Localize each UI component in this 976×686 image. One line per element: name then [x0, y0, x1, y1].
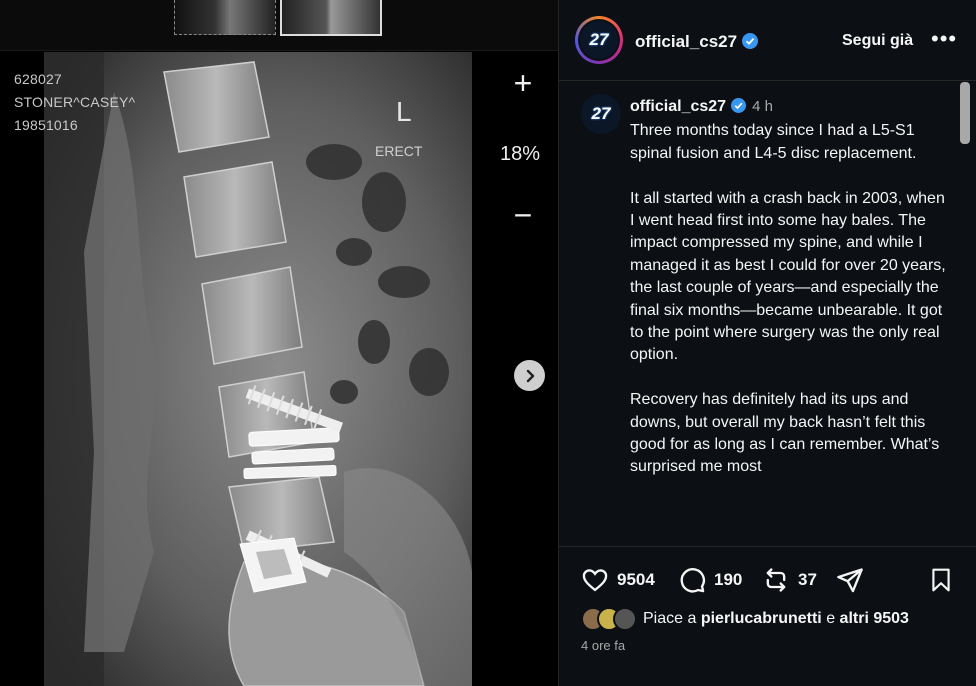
position-label: ERECT [375, 143, 423, 159]
avatar-logo: 27 [580, 21, 618, 59]
paper-plane-icon [837, 568, 863, 593]
avatar[interactable]: 27 [575, 16, 623, 64]
post-header: 27 official_cs27 Segui già ••• [559, 0, 976, 81]
like-count: 9504 [617, 570, 655, 589]
post-timestamp: 4 ore fa [581, 638, 626, 653]
patient-id: 628027 [14, 71, 62, 87]
patient-dob: 19851016 [14, 117, 78, 133]
divider [559, 546, 976, 547]
comment-button[interactable]: 190 [678, 566, 742, 594]
bookmark-icon [932, 568, 950, 592]
header-username-text: official_cs27 [635, 32, 738, 51]
chevron-right-icon [526, 369, 534, 382]
caption-avatar[interactable]: 27 [581, 94, 621, 134]
patient-info: 628027 STONER^CASEY^ 19851016 [14, 68, 135, 137]
heart-icon [582, 569, 608, 592]
verified-badge-icon [742, 33, 759, 54]
header-username[interactable]: official_cs27 [635, 32, 759, 54]
following-button[interactable]: Segui già [842, 32, 913, 50]
caption-paragraph: Three months today since I had a L5-S1 s… [630, 122, 917, 162]
zoom-level: 18% [500, 143, 541, 165]
caption-time: 4 h [752, 98, 773, 115]
liked-by: Piace a pierlucabrunetti e altri 9503 [581, 607, 909, 631]
xray-viewer: 628027 STONER^CASEY^ 19851016 L ERECT + … [0, 0, 558, 686]
repost-icon [766, 568, 786, 592]
likes-user[interactable]: pierlucabrunetti [701, 610, 822, 628]
caption-paragraph: It all started with a crash back in 2003… [630, 189, 946, 364]
zoom-in-button[interactable]: + [510, 66, 536, 100]
like-button[interactable]: 9504 [581, 566, 655, 594]
caption-username[interactable]: official_cs27 [630, 98, 726, 115]
repost-count: 37 [798, 570, 817, 589]
liker-avatar [613, 607, 637, 631]
patient-name: STONER^CASEY^ [14, 94, 136, 110]
side-marker: L [396, 96, 412, 127]
share-button[interactable] [836, 566, 864, 594]
save-button[interactable] [928, 566, 954, 594]
thumbnail-1[interactable] [174, 0, 276, 35]
caption-area: 27 official_cs27 4 h Three months today s… [559, 80, 976, 546]
likes-prefix: Piace a [643, 610, 697, 627]
zoom-out-button[interactable]: − [510, 199, 536, 234]
verified-badge-icon [731, 98, 747, 120]
thumbnail-2-selected[interactable] [280, 0, 382, 36]
more-options-icon[interactable]: ••• [931, 26, 957, 52]
caption-paragraph: Recovery has definitely had its ups and … [630, 391, 940, 476]
likes-connector: e [826, 610, 836, 627]
repost-button[interactable]: 37 [762, 566, 817, 594]
next-image-button[interactable] [514, 360, 545, 391]
comment-count: 190 [714, 570, 743, 589]
scrollbar[interactable] [960, 82, 970, 144]
comment-icon [680, 568, 705, 593]
caption: official_cs27 4 h Three months today sinc… [630, 96, 952, 501]
post-panel: 27 official_cs27 Segui già ••• 27 offici… [558, 0, 976, 686]
likes-others[interactable]: altri 9503 [840, 610, 909, 628]
thumbnail-strip [0, 0, 558, 51]
action-bar: 9504 190 37 [559, 566, 976, 600]
